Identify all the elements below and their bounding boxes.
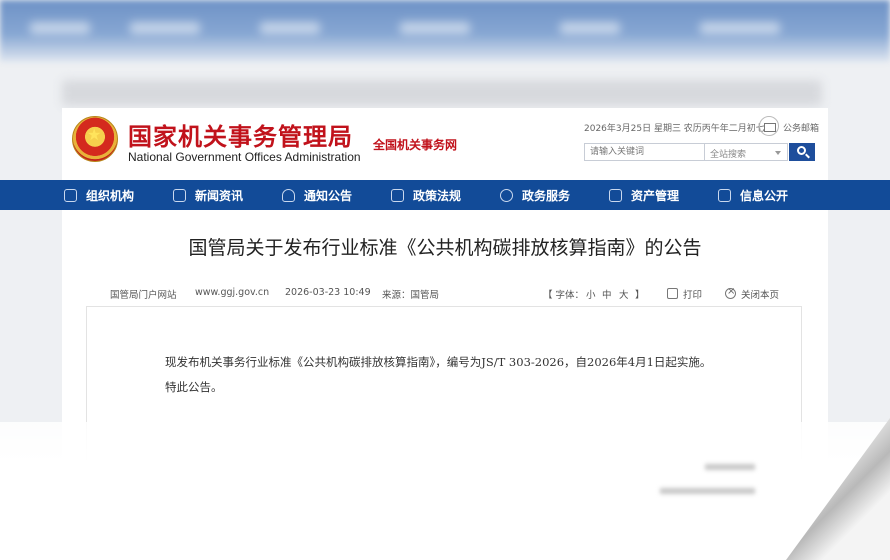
page-fade-overlay [0,422,890,560]
national-emblem-icon[interactable]: ★ [72,116,118,162]
nav-item-label: 组织机构 [86,188,135,203]
search-scope-label: 全站搜索 [710,150,747,160]
blurred-address-bar [62,80,822,106]
font-small-link[interactable]: 小 [586,287,596,301]
main-nav: 组织机构 新闻资讯 通知公告 政策法规 政务服务 资产管理 信息公开 [0,180,890,210]
font-large-link[interactable]: 大 [619,287,629,301]
org-icon [64,188,77,202]
meta-date: 2026-03-23 10:49 [285,287,371,298]
search-input[interactable] [584,143,705,161]
nav-item-news[interactable]: 新闻资讯 [173,180,282,210]
font-medium-link[interactable]: 中 [602,287,612,301]
blurred-tab [560,22,620,34]
nav-item-disclosure[interactable]: 信息公开 [718,180,827,210]
print-icon[interactable] [667,288,678,299]
search-button[interactable] [789,143,815,161]
close-icon[interactable] [725,286,736,299]
heart-icon [500,188,513,202]
nav-item-notices[interactable]: 通知公告 [282,180,391,210]
blurred-tab [400,22,470,34]
search-icon [797,146,806,155]
chevron-down-icon [775,151,781,155]
logo-title[interactable]: 国家机关事务管理局 [128,117,353,152]
site-tag-link[interactable]: 全国机关事务网 [373,136,457,153]
font-size-end: 】 [635,290,645,301]
nav-item-org[interactable]: 组织机构 [64,180,173,210]
mail-link[interactable]: 公务邮箱 [783,121,819,134]
nav-item-assets[interactable]: 资产管理 [609,180,718,210]
nav-item-label: 政务服务 [522,188,571,203]
blurred-tab [260,22,320,34]
article-paragraph: 特此公告。 [165,380,223,394]
blurred-tab [700,22,780,34]
meta-source: 来源：国管局 [382,290,440,301]
date-line: 2026年3月25日 星期三 农历丙午年二月初七 [584,124,765,134]
bell-icon [282,188,295,202]
article-title: 国管局关于发布行业标准《公共机构碳排放核算指南》的公告 [188,237,702,259]
nav-item-label: 政策法规 [413,188,462,203]
star-icon: ★ [87,125,102,144]
blurred-tab [130,22,200,34]
info-icon [718,188,731,202]
search-scope-select[interactable]: 全站搜索 [705,143,788,161]
grid-icon [609,188,622,202]
blurred-browser-bar [0,0,890,62]
nav-item-label: 资产管理 [631,188,680,203]
blurred-text [705,464,755,470]
policy-icon [391,188,404,202]
nav-item-label: 新闻资讯 [195,188,244,203]
close-page-link[interactable]: 关闭本页 [741,287,779,301]
nav-item-services[interactable]: 政务服务 [500,180,609,210]
meta-site: 国管局门户网站 [110,290,177,301]
nav-item-label: 通知公告 [304,188,353,203]
site-header: ★ 国家机关事务管理局 National Government Offices … [0,108,890,210]
article-paragraph: 现发布机关事务行业标准《公共机构碳排放核算指南》，编号为JS/T 303-202… [165,355,712,369]
blurred-tab [30,22,90,34]
font-size-label: 【 字体： [543,290,585,301]
blurred-text [660,488,755,494]
meta-url: www.ggj.gov.cn [195,287,270,298]
nav-item-policy[interactable]: 政策法规 [391,180,500,210]
logo-subtitle: National Government Offices Administrati… [128,150,361,164]
mail-icon[interactable] [759,116,779,136]
print-link[interactable]: 打印 [683,287,702,301]
nav-item-label: 信息公开 [740,188,789,203]
news-icon [173,188,186,202]
